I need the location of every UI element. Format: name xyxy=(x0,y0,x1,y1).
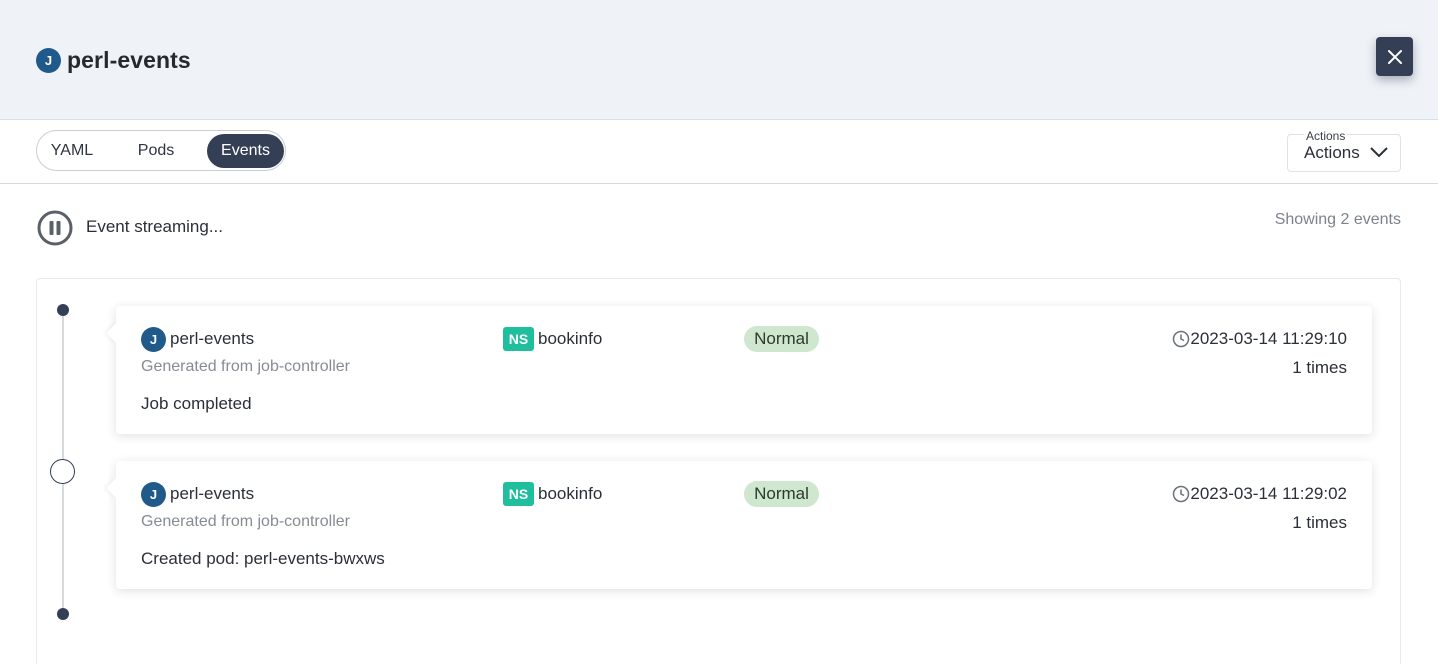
event-object-name: perl-events xyxy=(170,329,255,348)
event-message: Created pod: perl-events-bwxws xyxy=(141,549,385,568)
event-type-badge: Normal xyxy=(744,326,819,352)
event-message: Job completed xyxy=(141,394,252,413)
job-badge: J xyxy=(36,48,61,73)
timeline-dot xyxy=(57,608,69,620)
job-badge: J xyxy=(141,327,166,352)
event-count-times: 1 times xyxy=(1292,358,1347,377)
timeline-dot xyxy=(57,304,69,316)
event-object-name: perl-events xyxy=(170,484,255,503)
timeline-ring xyxy=(50,459,75,484)
event-card: J perl-events Generated from job-control… xyxy=(106,306,1372,434)
view-tabs: YAML Pods Events xyxy=(36,130,286,171)
event-time: 2023-03-14 11:29:02 xyxy=(1190,484,1347,503)
job-badge: J xyxy=(141,482,166,507)
event-namespace: bookinfo xyxy=(538,329,603,348)
event-type-badge: Normal xyxy=(744,481,819,507)
modal-header: J perl-events xyxy=(0,0,1438,120)
tab-bar: YAML Pods Events xyxy=(0,121,1438,184)
event-namespace: bookinfo xyxy=(538,484,603,503)
chevron-down-icon xyxy=(1370,147,1388,158)
actions-dropdown-value: Actions xyxy=(1304,143,1360,162)
close-button[interactable] xyxy=(1376,37,1413,76)
page-title: perl-events xyxy=(67,47,191,73)
event-source: Generated from job-controller xyxy=(141,513,350,530)
namespace-badge: NS xyxy=(503,327,534,351)
actions-floating-label: Actions xyxy=(1304,129,1348,143)
clock-icon xyxy=(1172,330,1190,348)
tab-yaml[interactable]: YAML xyxy=(40,134,104,168)
tab-pods[interactable]: Pods xyxy=(120,134,192,168)
clock-icon xyxy=(1172,485,1190,503)
event-card: J perl-events Generated from job-control… xyxy=(106,461,1372,589)
page-title-group: J perl-events xyxy=(36,47,191,74)
event-time: 2023-03-14 11:29:10 xyxy=(1190,329,1347,348)
stream-status: Event streaming... xyxy=(86,217,224,236)
namespace-badge: NS xyxy=(503,482,534,506)
tab-events[interactable]: Events xyxy=(207,134,284,168)
close-icon xyxy=(1387,49,1402,64)
event-count-times: 1 times xyxy=(1292,513,1347,532)
event-count: Showing 2 events xyxy=(1274,211,1401,228)
event-source: Generated from job-controller xyxy=(141,358,350,375)
pause-icon[interactable] xyxy=(37,210,73,246)
